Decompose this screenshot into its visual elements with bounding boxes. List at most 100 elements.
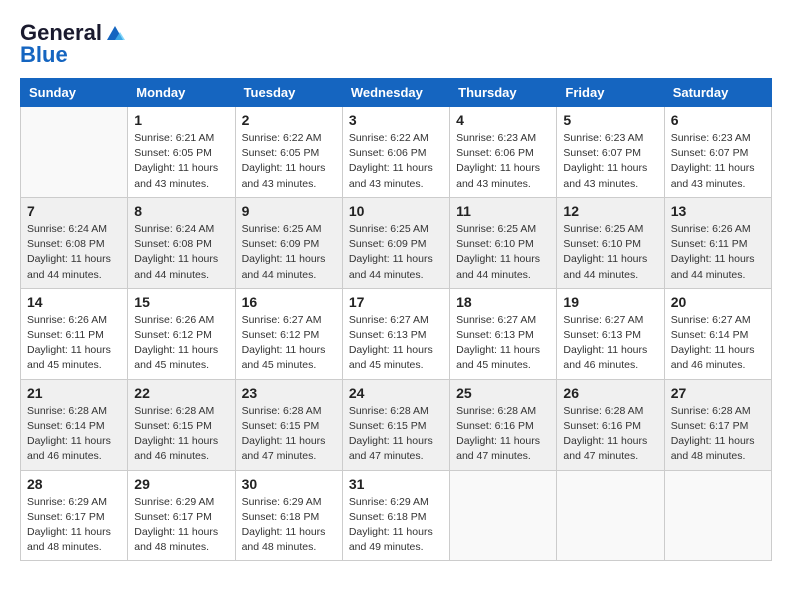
- calendar-cell: [21, 107, 128, 198]
- day-number: 7: [27, 203, 121, 219]
- day-number: 21: [27, 385, 121, 401]
- day-info: Sunrise: 6:29 AMSunset: 6:18 PMDaylight:…: [349, 495, 443, 556]
- day-number: 4: [456, 112, 550, 128]
- day-info: Sunrise: 6:26 AMSunset: 6:12 PMDaylight:…: [134, 313, 228, 374]
- day-info: Sunrise: 6:27 AMSunset: 6:12 PMDaylight:…: [242, 313, 336, 374]
- day-number: 2: [242, 112, 336, 128]
- day-info: Sunrise: 6:26 AMSunset: 6:11 PMDaylight:…: [27, 313, 121, 374]
- day-number: 19: [563, 294, 657, 310]
- weekday-header-wednesday: Wednesday: [342, 79, 449, 107]
- calendar-week-row: 14 Sunrise: 6:26 AMSunset: 6:11 PMDayligh…: [21, 288, 772, 379]
- day-info: Sunrise: 6:24 AMSunset: 6:08 PMDaylight:…: [27, 222, 121, 283]
- calendar-cell: 29 Sunrise: 6:29 AMSunset: 6:17 PMDayligh…: [128, 470, 235, 561]
- calendar-cell: 2 Sunrise: 6:22 AMSunset: 6:05 PMDaylight…: [235, 107, 342, 198]
- day-number: 29: [134, 476, 228, 492]
- logo-icon: [105, 24, 125, 42]
- calendar-cell: 31 Sunrise: 6:29 AMSunset: 6:18 PMDayligh…: [342, 470, 449, 561]
- day-number: 5: [563, 112, 657, 128]
- logo: General Blue: [20, 20, 125, 68]
- day-number: 26: [563, 385, 657, 401]
- calendar-cell: 26 Sunrise: 6:28 AMSunset: 6:16 PMDayligh…: [557, 379, 664, 470]
- weekday-header-sunday: Sunday: [21, 79, 128, 107]
- calendar-cell: [450, 470, 557, 561]
- day-info: Sunrise: 6:29 AMSunset: 6:17 PMDaylight:…: [27, 495, 121, 556]
- day-info: Sunrise: 6:24 AMSunset: 6:08 PMDaylight:…: [134, 222, 228, 283]
- day-info: Sunrise: 6:28 AMSunset: 6:16 PMDaylight:…: [456, 404, 550, 465]
- weekday-header-monday: Monday: [128, 79, 235, 107]
- calendar-cell: 18Sunrise: 6:27 AMSunset: 6:13 PMDayligh…: [450, 288, 557, 379]
- day-number: 15: [134, 294, 228, 310]
- day-info: Sunrise: 6:27 AMSunset: 6:13 PMDaylight:…: [563, 313, 657, 374]
- day-info: Sunrise: 6:28 AMSunset: 6:15 PMDaylight:…: [349, 404, 443, 465]
- day-info: Sunrise: 6:28 AMSunset: 6:14 PMDaylight:…: [27, 404, 121, 465]
- day-number: 20: [671, 294, 765, 310]
- day-number: 18: [456, 294, 550, 310]
- calendar-cell: 6Sunrise: 6:23 AMSunset: 6:07 PMDaylight…: [664, 107, 771, 198]
- calendar-week-row: 21 Sunrise: 6:28 AMSunset: 6:14 PMDayligh…: [21, 379, 772, 470]
- weekday-header-row: SundayMondayTuesdayWednesdayThursdayFrid…: [21, 79, 772, 107]
- day-number: 9: [242, 203, 336, 219]
- calendar-cell: [664, 470, 771, 561]
- day-info: Sunrise: 6:23 AMSunset: 6:07 PMDaylight:…: [563, 131, 657, 192]
- day-number: 6: [671, 112, 765, 128]
- day-info: Sunrise: 6:29 AMSunset: 6:17 PMDaylight:…: [134, 495, 228, 556]
- day-info: Sunrise: 6:25 AMSunset: 6:09 PMDaylight:…: [242, 222, 336, 283]
- calendar-cell: 8 Sunrise: 6:24 AMSunset: 6:08 PMDaylight…: [128, 197, 235, 288]
- calendar-cell: 20 Sunrise: 6:27 AMSunset: 6:14 PMDayligh…: [664, 288, 771, 379]
- calendar-cell: 9 Sunrise: 6:25 AMSunset: 6:09 PMDaylight…: [235, 197, 342, 288]
- day-number: 1: [134, 112, 228, 128]
- day-number: 13: [671, 203, 765, 219]
- day-number: 16: [242, 294, 336, 310]
- calendar-cell: 14 Sunrise: 6:26 AMSunset: 6:11 PMDayligh…: [21, 288, 128, 379]
- day-number: 23: [242, 385, 336, 401]
- day-info: Sunrise: 6:26 AMSunset: 6:11 PMDaylight:…: [671, 222, 765, 283]
- weekday-header-friday: Friday: [557, 79, 664, 107]
- day-info: Sunrise: 6:28 AMSunset: 6:15 PMDaylight:…: [134, 404, 228, 465]
- calendar-cell: 30 Sunrise: 6:29 AMSunset: 6:18 PMDayligh…: [235, 470, 342, 561]
- day-number: 8: [134, 203, 228, 219]
- calendar-cell: 10 Sunrise: 6:25 AMSunset: 6:09 PMDayligh…: [342, 197, 449, 288]
- calendar-cell: 17Sunrise: 6:27 AMSunset: 6:13 PMDayligh…: [342, 288, 449, 379]
- day-info: Sunrise: 6:25 AMSunset: 6:09 PMDaylight:…: [349, 222, 443, 283]
- day-info: Sunrise: 6:27 AMSunset: 6:13 PMDaylight:…: [349, 313, 443, 374]
- calendar-cell: 5 Sunrise: 6:23 AMSunset: 6:07 PMDaylight…: [557, 107, 664, 198]
- calendar-cell: 4 Sunrise: 6:23 AMSunset: 6:06 PMDaylight…: [450, 107, 557, 198]
- calendar-cell: 15 Sunrise: 6:26 AMSunset: 6:12 PMDayligh…: [128, 288, 235, 379]
- day-info: Sunrise: 6:22 AMSunset: 6:05 PMDaylight:…: [242, 131, 336, 192]
- day-number: 30: [242, 476, 336, 492]
- calendar-cell: 21 Sunrise: 6:28 AMSunset: 6:14 PMDayligh…: [21, 379, 128, 470]
- calendar-cell: [557, 470, 664, 561]
- calendar-cell: 7 Sunrise: 6:24 AMSunset: 6:08 PMDaylight…: [21, 197, 128, 288]
- calendar-cell: 25Sunrise: 6:28 AMSunset: 6:16 PMDayligh…: [450, 379, 557, 470]
- weekday-header-saturday: Saturday: [664, 79, 771, 107]
- calendar-cell: 27Sunrise: 6:28 AMSunset: 6:17 PMDayligh…: [664, 379, 771, 470]
- day-number: 10: [349, 203, 443, 219]
- calendar-table: SundayMondayTuesdayWednesdayThursdayFrid…: [20, 78, 772, 561]
- day-info: Sunrise: 6:27 AMSunset: 6:14 PMDaylight:…: [671, 313, 765, 374]
- calendar-cell: 13 Sunrise: 6:26 AMSunset: 6:11 PMDayligh…: [664, 197, 771, 288]
- calendar-week-row: 1Sunrise: 6:21 AMSunset: 6:05 PMDaylight…: [21, 107, 772, 198]
- day-number: 14: [27, 294, 121, 310]
- day-number: 31: [349, 476, 443, 492]
- day-info: Sunrise: 6:23 AMSunset: 6:06 PMDaylight:…: [456, 131, 550, 192]
- calendar-cell: 12 Sunrise: 6:25 AMSunset: 6:10 PMDayligh…: [557, 197, 664, 288]
- calendar-cell: 1Sunrise: 6:21 AMSunset: 6:05 PMDaylight…: [128, 107, 235, 198]
- calendar-week-row: 28 Sunrise: 6:29 AMSunset: 6:17 PMDayligh…: [21, 470, 772, 561]
- calendar-cell: 11Sunrise: 6:25 AMSunset: 6:10 PMDayligh…: [450, 197, 557, 288]
- calendar-cell: 22 Sunrise: 6:28 AMSunset: 6:15 PMDayligh…: [128, 379, 235, 470]
- calendar-cell: 16 Sunrise: 6:27 AMSunset: 6:12 PMDayligh…: [235, 288, 342, 379]
- day-info: Sunrise: 6:28 AMSunset: 6:17 PMDaylight:…: [671, 404, 765, 465]
- day-number: 12: [563, 203, 657, 219]
- logo-blue: Blue: [20, 42, 68, 68]
- page-header: General Blue: [20, 20, 772, 68]
- calendar-cell: 3Sunrise: 6:22 AMSunset: 6:06 PMDaylight…: [342, 107, 449, 198]
- day-info: Sunrise: 6:29 AMSunset: 6:18 PMDaylight:…: [242, 495, 336, 556]
- day-number: 22: [134, 385, 228, 401]
- day-number: 28: [27, 476, 121, 492]
- day-number: 3: [349, 112, 443, 128]
- day-info: Sunrise: 6:28 AMSunset: 6:15 PMDaylight:…: [242, 404, 336, 465]
- calendar-cell: 24Sunrise: 6:28 AMSunset: 6:15 PMDayligh…: [342, 379, 449, 470]
- day-info: Sunrise: 6:28 AMSunset: 6:16 PMDaylight:…: [563, 404, 657, 465]
- day-info: Sunrise: 6:25 AMSunset: 6:10 PMDaylight:…: [563, 222, 657, 283]
- calendar-cell: 19 Sunrise: 6:27 AMSunset: 6:13 PMDayligh…: [557, 288, 664, 379]
